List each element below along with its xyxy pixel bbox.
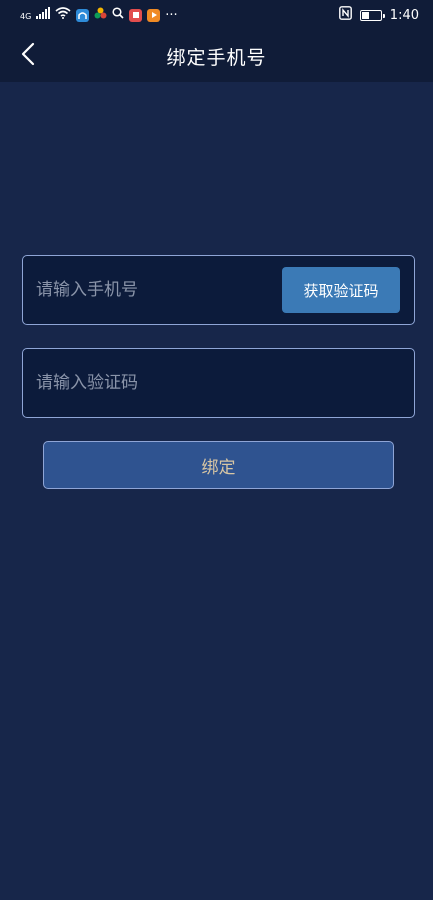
get-code-button[interactable]: 获取验证码 — [282, 267, 400, 313]
chevron-left-icon — [21, 42, 35, 70]
video-app-icon — [147, 8, 161, 22]
phone-input[interactable] — [36, 256, 276, 324]
status-bar: 4G ··· 1:40 — [0, 0, 433, 30]
wifi-icon — [55, 7, 71, 23]
page-title: 绑定手机号 — [166, 46, 267, 69]
signal-icon — [36, 7, 51, 23]
battery-level — [361, 11, 369, 19]
network-type: 4G — [20, 11, 32, 21]
colorful-app-icon — [94, 7, 107, 24]
phone-field: 获取验证码 — [22, 255, 415, 325]
status-right: 1:40 — [338, 6, 419, 24]
back-button[interactable] — [14, 40, 42, 72]
app-notification-icon — [129, 8, 143, 22]
search-icon — [112, 7, 124, 23]
bind-button[interactable]: 绑定 — [43, 441, 394, 489]
more-notifications: ··· — [165, 7, 178, 23]
status-left: 4G ··· — [20, 7, 178, 24]
app-notification-icon — [76, 8, 90, 22]
battery-icon — [359, 9, 385, 21]
verification-code-input[interactable] — [36, 349, 396, 417]
status-time: 1:40 — [389, 7, 419, 23]
nfc-icon — [338, 6, 352, 24]
nav-bar: 绑定手机号 — [0, 30, 433, 82]
verification-code-field — [22, 348, 415, 418]
